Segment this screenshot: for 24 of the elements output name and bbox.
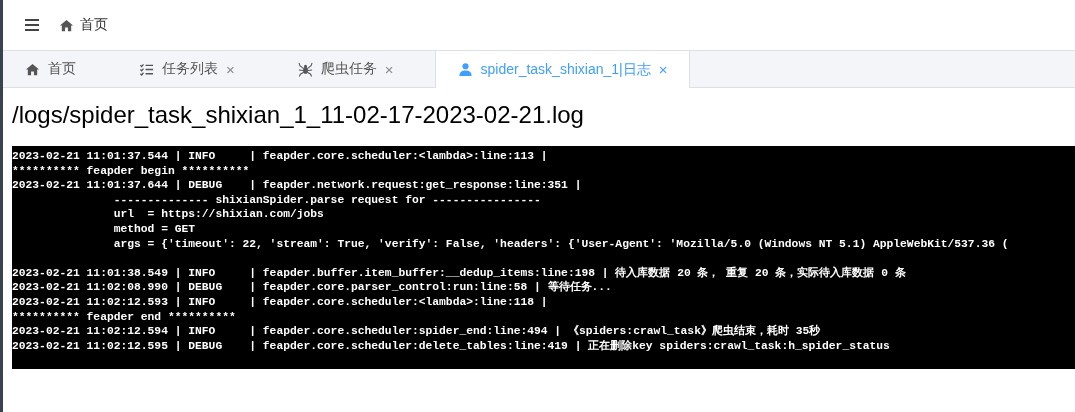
- log-line: -------------- shixianSpider.parse request for ----------------: [112, 192, 541, 208]
- log-line: 2023-02-21 11:01:37.644 | DEBUG | feapder.network.request:get_response:line:351 |: [12, 178, 582, 193]
- log-line: 2023-02-21 11:02:08.990 | DEBUG | feapder.core.parser_control:run:line:58 | 等待任务...: [12, 280, 612, 295]
- spider-icon: [297, 61, 313, 77]
- tab[interactable]: 首页: [3, 51, 99, 87]
- log-line: ********** feapder begin **********: [12, 163, 250, 179]
- log-line: url = https://shixian.com/jobs: [112, 207, 324, 222]
- file-title: /logs/spider_task_shixian_1_11-02-17-2023-02-21.log: [12, 100, 585, 130]
- tab[interactable]: 爬虫任务 ×: [275, 51, 417, 87]
- log-line: method = GET: [112, 221, 196, 237]
- menu-icon[interactable]: [25, 19, 39, 31]
- user-icon: [457, 62, 473, 77]
- log-line: 2023-02-21 11:01:37.544 | INFO | feapder.core.scheduler:<lambda>:line:113 |: [12, 149, 548, 164]
- list-icon: [139, 61, 154, 77]
- home-icon: [25, 61, 40, 77]
- breadcrumb-item[interactable]: 首页: [80, 16, 108, 34]
- log-line: 2023-02-21 11:02:12.593 | INFO | feapder.core.scheduler:<lambda>:line:118 |: [12, 294, 548, 310]
- log-line: ********** feapder end **********: [12, 309, 236, 325]
- tab[interactable]: 任务列表 ×: [117, 51, 258, 87]
- log-line: args = {'timeout': 22, 'stream': True, 'verify': False, 'headers': {'User-Agent': 'Mozilla/5.0 (Windows NT 5.1) AppleWebKit/537.36 (: [112, 236, 1009, 252]
- log-line: 2023-02-21 11:01:38.549 | INFO | feapder.buffer.item_buffer:__dedup_items:line:198 | 待入库数据 20 条， 重复 20 条，实际待入库数据 0 条: [12, 265, 906, 280]
- log-line: 2023-02-21 11:02:12.595 | DEBUG | feapder.core.scheduler:delete_tables:line:419 | 正在删除key spiders:crawl_task:h_spider_status: [12, 338, 890, 354]
- home-icon: [59, 17, 74, 33]
- log-line: 2023-02-21 11:02:12.594 | INFO | feapder.core.scheduler:spider_end:line:494 | 《spiders:crawl_task》爬虫结束，耗时 35秒: [12, 324, 821, 339]
